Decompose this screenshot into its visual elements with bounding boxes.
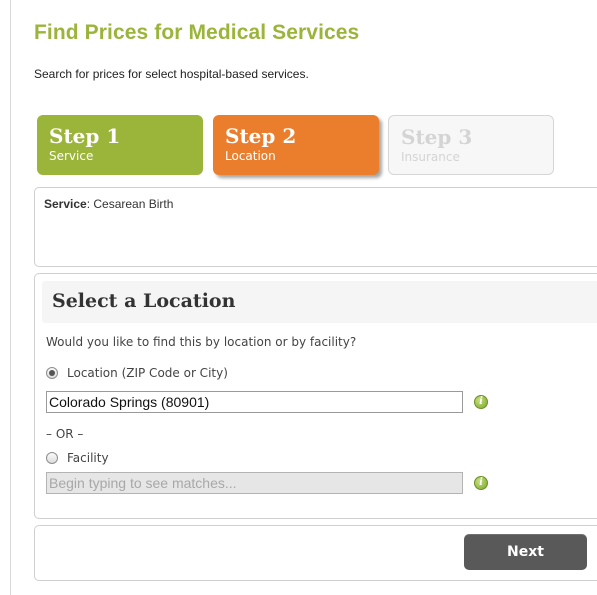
location-radio-option[interactable]: Location (ZIP Code or City) [46,366,228,380]
location-radio[interactable] [46,367,58,379]
facility-radio[interactable] [46,452,58,464]
service-value: : Cesarean Birth [86,197,174,211]
page-subtitle: Search for prices for select hospital-ba… [34,67,309,81]
step-1-number: Step 1 [49,124,121,148]
facility-radio-option[interactable]: Facility [46,451,109,465]
info-icon[interactable]: i [474,395,488,409]
step-1-label: Service [49,149,94,163]
step-3-label: Insurance [401,150,460,164]
left-divider [10,0,11,595]
info-icon[interactable]: i [474,476,488,490]
service-label: Service [44,197,87,211]
location-input[interactable]: Colorado Springs (80901) [46,391,463,413]
facility-input[interactable]: Begin typing to see matches... [46,472,463,494]
location-question: Would you like to find this by location … [46,335,357,349]
location-heading: Select a Location [42,281,597,323]
step-2-number: Step 2 [225,124,297,148]
or-separator: – OR – [46,427,84,441]
next-button[interactable]: Next [464,534,587,570]
step-2-tab[interactable]: Step 2 Location [213,115,379,175]
service-summary: Service: Cesarean Birth [34,187,597,267]
step-2-label: Location [225,149,276,163]
location-panel: Select a Location Would you like to find… [34,273,597,519]
step-1-tab[interactable]: Step 1 Service [37,115,203,175]
step-3-number: Step 3 [401,125,473,149]
facility-radio-label: Facility [67,451,109,465]
page-title: Find Prices for Medical Services [34,21,360,44]
navigation-bar: Next [34,525,597,581]
location-radio-label: Location (ZIP Code or City) [67,366,228,380]
step-3-tab: Step 3 Insurance [388,115,554,175]
